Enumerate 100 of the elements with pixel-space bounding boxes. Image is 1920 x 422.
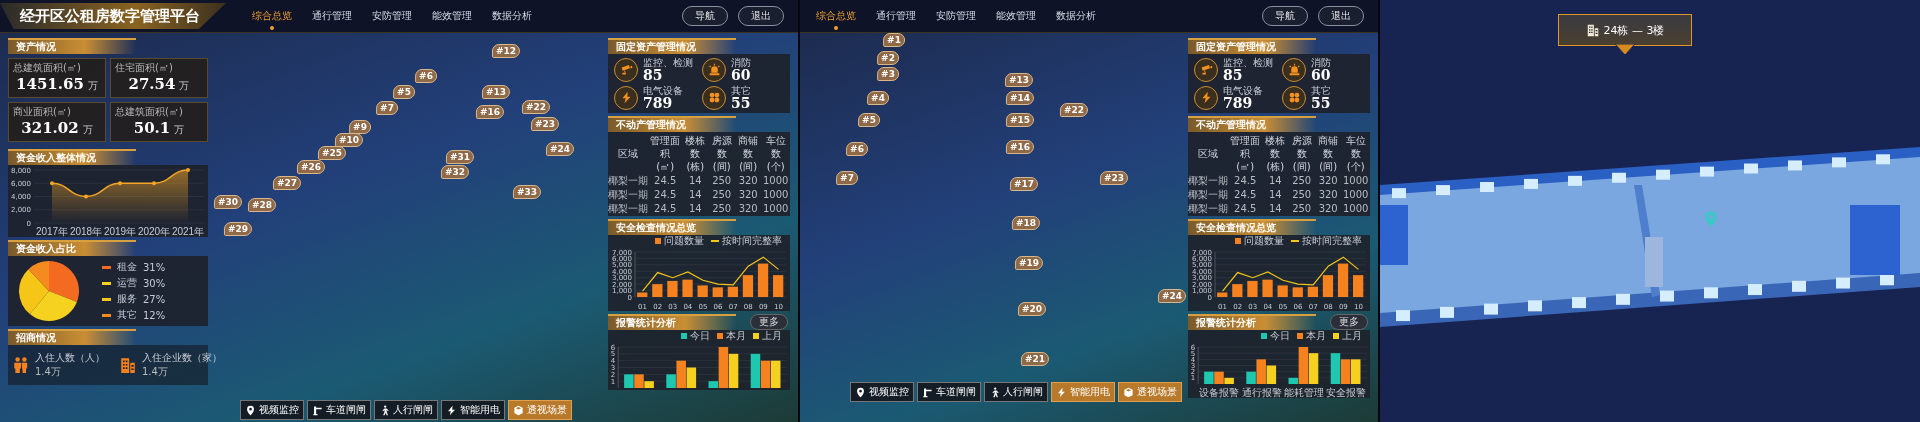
axis-label: 2021年 bbox=[171, 226, 205, 237]
camera-icon bbox=[614, 57, 638, 82]
legend-label: 租金 bbox=[117, 260, 137, 274]
header-button[interactable]: 导航 bbox=[1262, 6, 1308, 26]
table-cell: 320 bbox=[738, 203, 758, 214]
location-pin-icon bbox=[855, 386, 866, 398]
stat-label: 总建筑面积(㎡) bbox=[13, 61, 82, 75]
table-cell: 250 bbox=[712, 189, 732, 200]
nav-tab[interactable]: 安防管理 bbox=[928, 5, 984, 27]
table-cell: 24.5 bbox=[1234, 189, 1257, 200]
toolbar-button[interactable]: 车道闸闸 bbox=[307, 400, 371, 420]
table-cell: 14 bbox=[689, 203, 702, 214]
camera-icon bbox=[1194, 57, 1218, 82]
stat-value: 27.54 bbox=[128, 75, 176, 93]
chart-bar bbox=[1307, 286, 1318, 297]
chart-bar bbox=[742, 275, 754, 297]
chart-bar bbox=[760, 360, 771, 388]
building-marker[interactable]: #6 bbox=[846, 142, 868, 156]
nav-tab[interactable]: 数据分析 bbox=[484, 5, 540, 27]
toolbar-button[interactable]: 人行闸闸 bbox=[984, 382, 1048, 402]
building-marker[interactable]: #7 bbox=[376, 101, 398, 115]
legend-label: 本月 bbox=[1306, 330, 1326, 342]
building-marker[interactable]: #4 bbox=[867, 91, 889, 105]
header-button[interactable]: 退出 bbox=[738, 6, 784, 26]
chart-bar bbox=[637, 292, 648, 297]
legend-label: 本月 bbox=[726, 330, 746, 342]
axis-label: 2018年 bbox=[69, 226, 103, 237]
building-marker[interactable]: #6 bbox=[415, 69, 437, 83]
column-header: 车位数 bbox=[1345, 135, 1366, 159]
lightning-icon bbox=[446, 404, 457, 416]
asset-count: 60 bbox=[1311, 68, 1331, 82]
toolbar-button[interactable]: 人行闸闸 bbox=[374, 400, 438, 420]
chart-bar bbox=[1247, 280, 1258, 297]
nav-tab[interactable]: 数据分析 bbox=[1048, 5, 1104, 27]
toolbar-button[interactable]: 透视场景 bbox=[1118, 382, 1182, 402]
four-circle-icon bbox=[1282, 85, 1306, 110]
table-cell: 1000 bbox=[1343, 189, 1369, 200]
people-icon bbox=[12, 356, 30, 374]
building-marker[interactable]: #2 bbox=[877, 51, 899, 65]
toolbar-button[interactable]: 视频监控 bbox=[850, 382, 914, 402]
chart-bar bbox=[1322, 275, 1334, 297]
axis-label: 2020年 bbox=[137, 226, 171, 237]
lightning-icon bbox=[1194, 85, 1218, 110]
table-cell: 250 bbox=[1292, 189, 1312, 200]
legend-label: 上月 bbox=[762, 330, 782, 342]
chart-bar bbox=[727, 286, 738, 297]
more-button[interactable]: 更多 bbox=[750, 314, 788, 330]
building-marker[interactable]: #9 bbox=[349, 120, 371, 134]
more-button[interactable]: 更多 bbox=[1330, 314, 1368, 330]
nav-tab[interactable]: 通行管理 bbox=[304, 5, 360, 27]
column-header: 楼栋数 bbox=[685, 135, 706, 159]
chart-point bbox=[50, 181, 54, 186]
asset-count: 789 bbox=[1223, 96, 1253, 110]
toolbar-button[interactable]: 视频监控 bbox=[240, 400, 304, 420]
legend-label: 运营 bbox=[117, 276, 137, 290]
asset-count: 55 bbox=[1311, 96, 1331, 110]
building-marker[interactable]: #7 bbox=[836, 171, 858, 185]
legend-label: 上月 bbox=[1342, 330, 1362, 342]
toolbar-button[interactable]: 车道闸闸 bbox=[917, 382, 981, 402]
stat-value: 1.4万 bbox=[142, 365, 169, 379]
column-unit: (个) bbox=[766, 161, 785, 172]
nav-tab[interactable]: 综合总览 bbox=[808, 5, 864, 27]
asset-count: 60 bbox=[731, 68, 751, 82]
nav-tab[interactable]: 能效管理 bbox=[988, 5, 1044, 27]
nav-tab[interactable]: 能效管理 bbox=[424, 5, 480, 27]
toolbar-button[interactable]: 智能用电 bbox=[441, 400, 505, 420]
table-cell: 14 bbox=[1269, 175, 1282, 186]
building-marker[interactable]: #3 bbox=[877, 67, 899, 81]
building-marker[interactable]: #5 bbox=[393, 85, 415, 99]
legend-value: 30% bbox=[143, 277, 166, 289]
legend-label: 今日 bbox=[690, 330, 710, 342]
axis-label: 2017年 bbox=[35, 226, 69, 237]
chart-bar bbox=[757, 263, 769, 297]
table-cell: 椰梨一期 bbox=[608, 189, 648, 200]
legend-label: 按时间完整率 bbox=[722, 235, 782, 247]
asset-count: 85 bbox=[643, 68, 664, 82]
table-cell: 320 bbox=[738, 175, 758, 186]
stat-unit: 万 bbox=[82, 123, 93, 137]
table-cell: 24.5 bbox=[654, 203, 677, 214]
nav-tab[interactable]: 综合总览 bbox=[244, 5, 300, 27]
axis-label: 2019年 bbox=[103, 226, 137, 237]
cube-icon bbox=[1123, 386, 1134, 398]
building-marker[interactable]: #5 bbox=[858, 113, 880, 127]
chart-bar bbox=[770, 360, 781, 388]
toolbar-button[interactable]: 智能用电 bbox=[1051, 382, 1115, 402]
floor-label-text: 24栋 — 3楼 bbox=[1603, 22, 1665, 38]
stat-unit: 万 bbox=[87, 79, 98, 93]
chart-bar bbox=[624, 374, 634, 388]
table-cell: 24.5 bbox=[654, 175, 677, 186]
nav-tab[interactable]: 安防管理 bbox=[364, 5, 420, 27]
header-button[interactable]: 导航 bbox=[682, 6, 728, 26]
toolbar-button[interactable]: 透视场景 bbox=[508, 400, 572, 420]
building-marker[interactable]: #1 bbox=[883, 33, 905, 47]
section-title: 资产情况 bbox=[8, 38, 136, 54]
table-cell: 1000 bbox=[763, 175, 789, 186]
column-header: 区域 bbox=[618, 148, 638, 159]
header-button[interactable]: 退出 bbox=[1318, 6, 1364, 26]
table-cell: 1000 bbox=[763, 189, 789, 200]
chart-bar bbox=[1277, 285, 1288, 297]
nav-tab[interactable]: 通行管理 bbox=[868, 5, 924, 27]
